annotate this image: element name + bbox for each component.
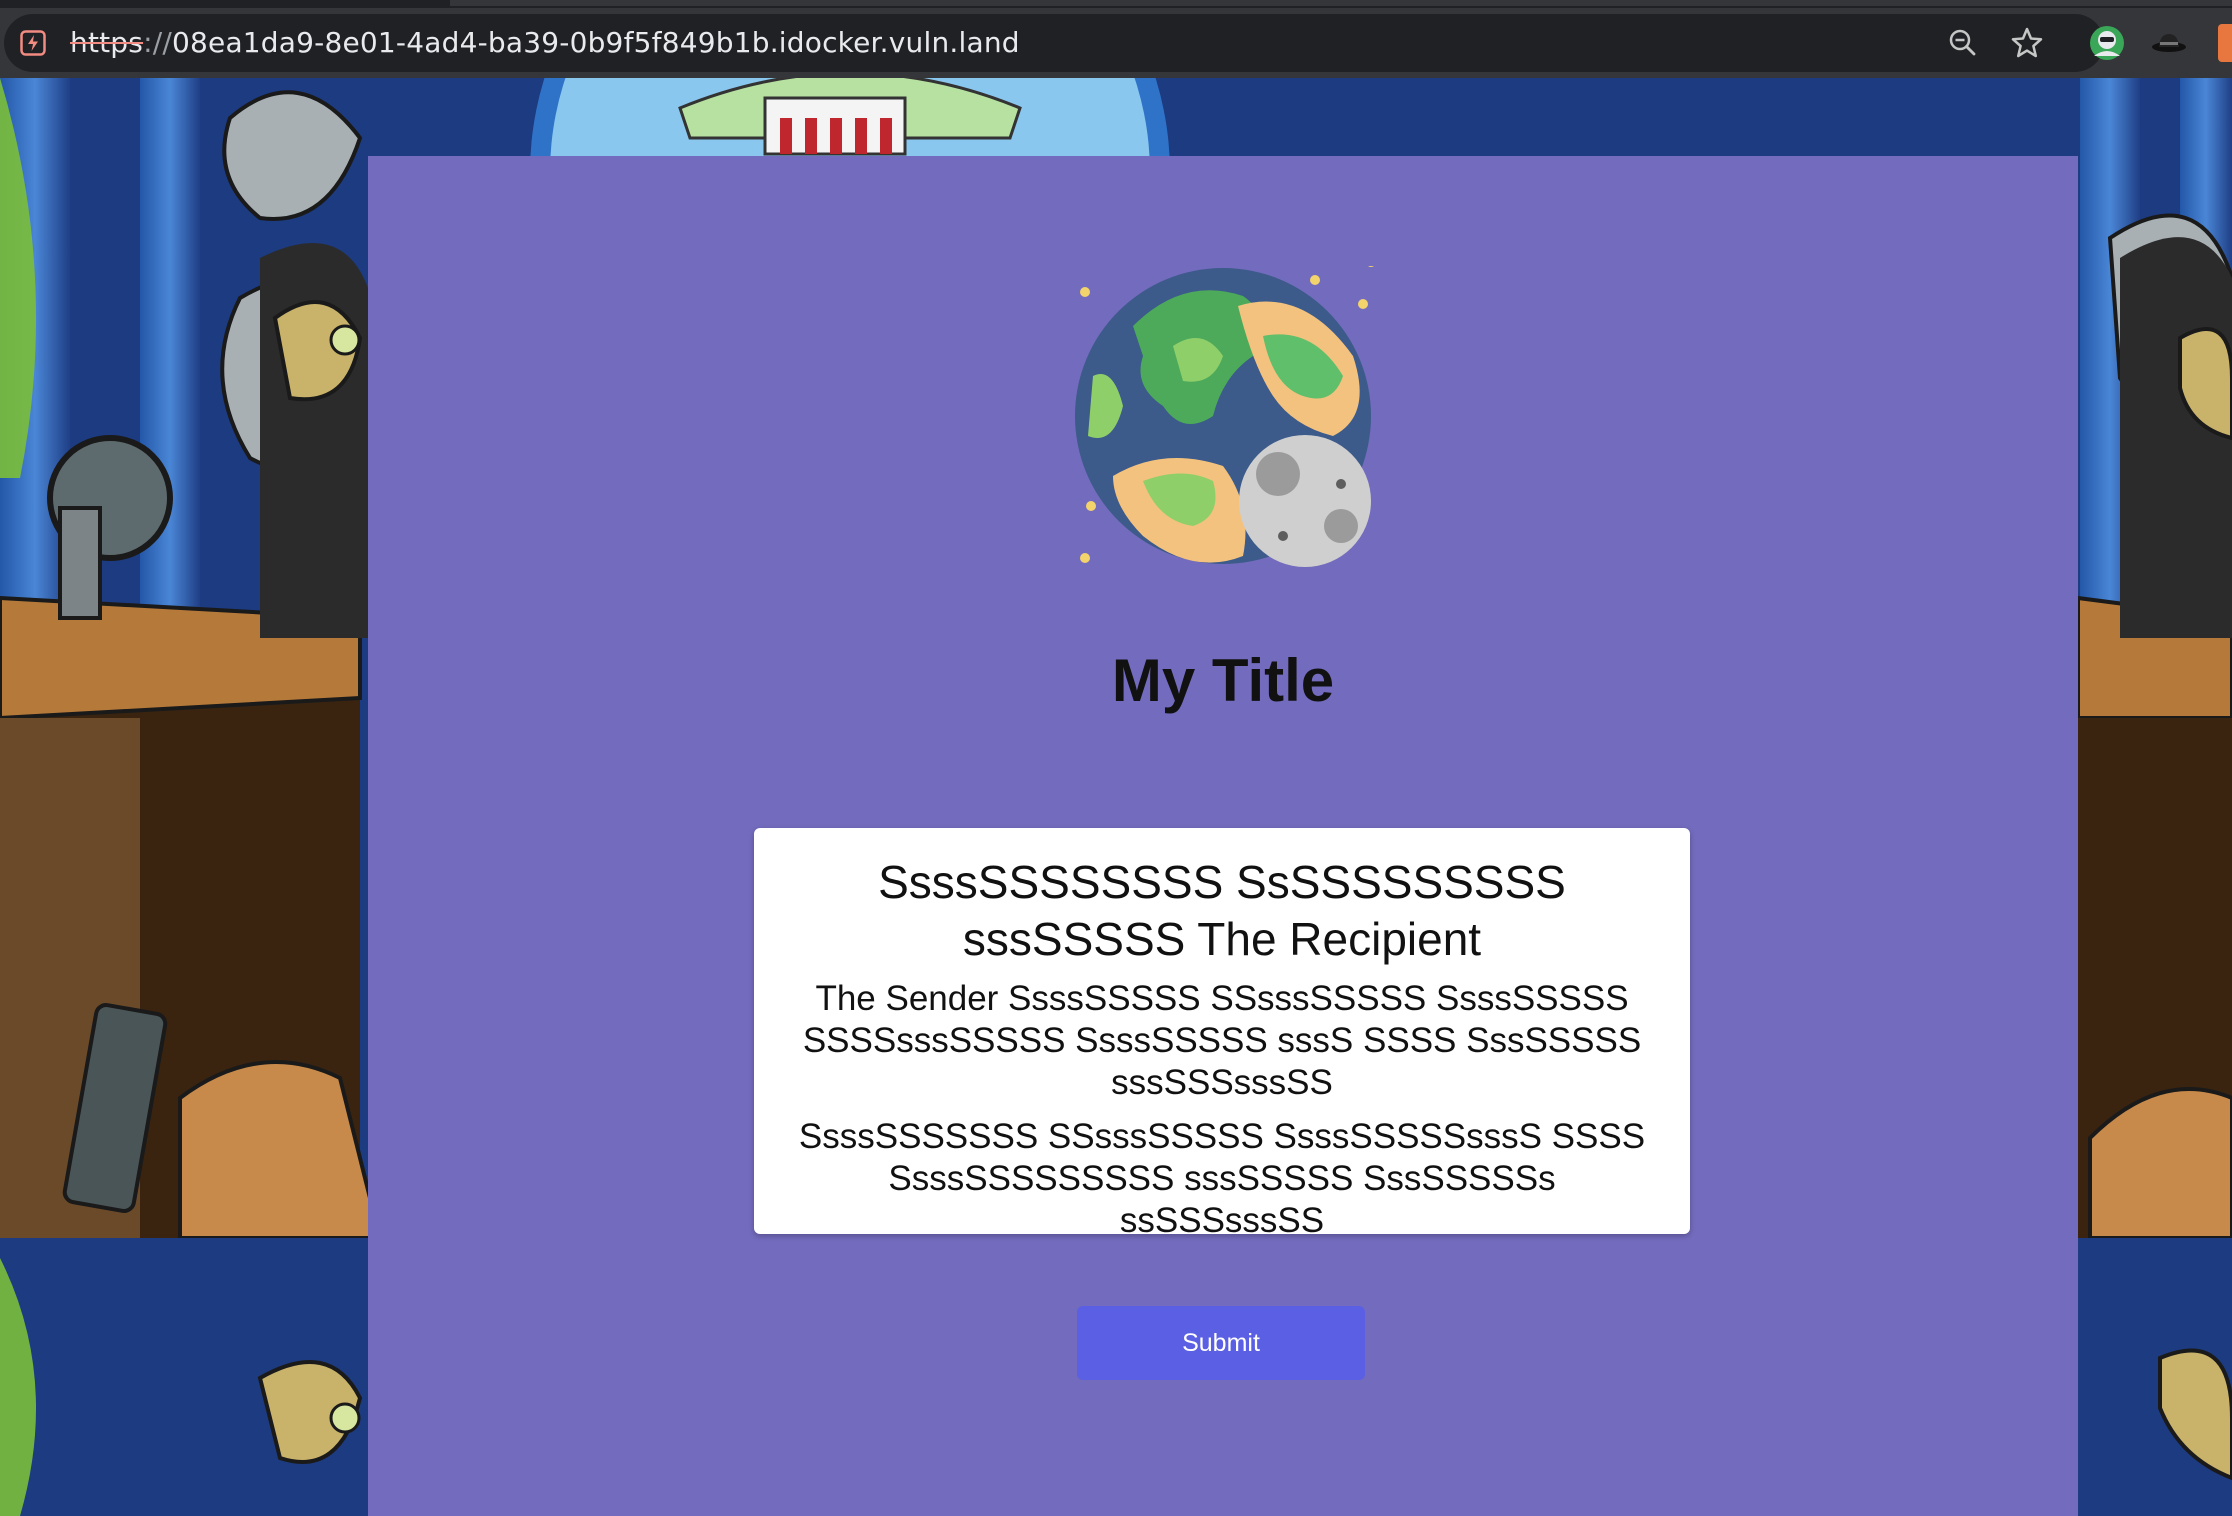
url-text[interactable]: https://08ea1da9-8e01-4ad4-ba39-0b9f5f84…: [70, 26, 1020, 60]
url-host: 08ea1da9-8e01-4ad4-ba39-0b9f5f849b1b.ido…: [171, 26, 1020, 59]
zoom-out-icon[interactable]: [1944, 24, 1982, 62]
star-icon[interactable]: [2008, 24, 2046, 62]
browser-tabstrip: [0, 0, 2232, 8]
extension-edge-badge[interactable]: [2218, 24, 2232, 62]
submit-button[interactable]: Submit: [1077, 1306, 1365, 1380]
url-scheme: https: [70, 26, 144, 59]
message-body-paragraph-2: SsssSSSSSSS SSsssSSSSS SsssSSSSSsssS SSS…: [798, 1117, 1646, 1240]
message-heading: SsssSSSSSSSS SsSSSSSSSSS sssSSSSS The Re…: [878, 856, 1566, 965]
browser-toolbar: https://08ea1da9-8e01-4ad4-ba39-0b9f5f84…: [0, 8, 2232, 78]
globe-moon-icon: [1075, 266, 1374, 567]
tab-edge: [450, 0, 2232, 6]
url-separator: ://: [143, 26, 172, 59]
extension-avatar-icon[interactable]: [2086, 22, 2128, 64]
address-bar[interactable]: https://08ea1da9-8e01-4ad4-ba39-0b9f5f84…: [4, 14, 2104, 72]
page-title: My Title: [1111, 647, 1335, 714]
not-secure-icon[interactable]: [20, 30, 46, 56]
extension-hat-icon[interactable]: [2148, 22, 2190, 64]
message-card: SsssSSSSSSSS SsSSSSSSSSS sssSSSSS The Re…: [754, 828, 1690, 1240]
main-panel: My Title SsssSSSSSSSS SsSSSSSSSSS sssSSS…: [368, 156, 2078, 1516]
message-body-paragraph-1: The Sender SsssSSSSS SSsssSSSSS SsssSSSS…: [802, 979, 1642, 1102]
